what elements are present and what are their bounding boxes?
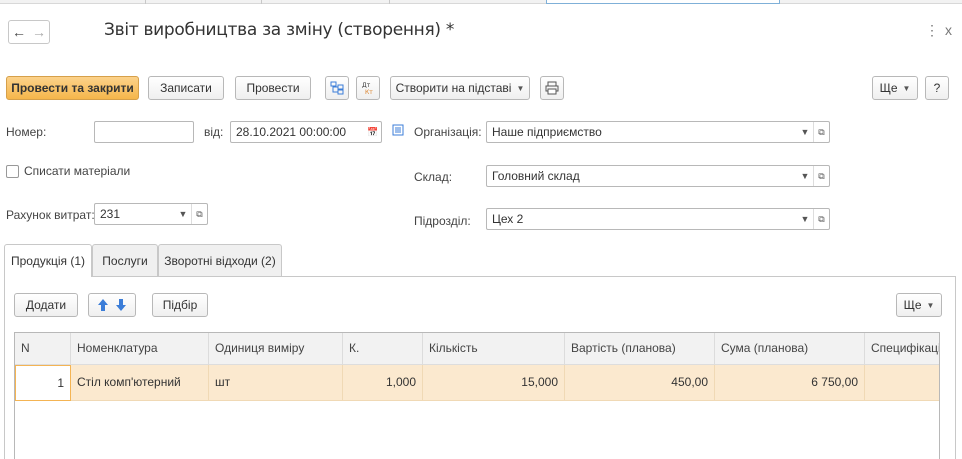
cost-account-field[interactable]: 231 ▼ ⧉ — [94, 203, 208, 225]
specification-cell[interactable] — [865, 365, 939, 401]
table-more-button[interactable]: Ще ▼ — [896, 293, 942, 317]
organization-label: Організація: — [414, 125, 482, 139]
close-icon[interactable]: x — [945, 22, 952, 38]
create-based-on-button[interactable]: Створити на підставі ▼ — [390, 76, 530, 100]
arrow-down-icon[interactable] — [115, 298, 127, 312]
open-icon[interactable]: ⧉ — [813, 209, 829, 229]
warehouse-field[interactable]: Головний склад ▼ ⧉ — [486, 165, 830, 187]
post-button[interactable]: Провести — [235, 76, 311, 100]
cost-account-value: 231 — [100, 207, 121, 221]
move-buttons — [88, 293, 136, 317]
department-field[interactable]: Цех 2 ▼ ⧉ — [486, 208, 830, 230]
window-tabs-strip — [0, 0, 962, 4]
printer-icon[interactable] — [540, 76, 564, 100]
column-header[interactable]: N — [15, 333, 71, 365]
tab-services[interactable]: Послуги — [92, 244, 158, 276]
svg-text:Дт: Дт — [362, 82, 371, 89]
warehouse-value: Головний склад — [492, 169, 580, 183]
quantity-cell[interactable]: 15,000 — [423, 365, 565, 401]
planned-sum-cell[interactable]: 6 750,00 — [715, 365, 865, 401]
chevron-down-icon[interactable]: ▼ — [797, 122, 813, 142]
warehouse-label: Склад: — [414, 170, 453, 184]
number-label: Номер: — [6, 125, 47, 139]
chevron-down-icon: ▼ — [516, 83, 525, 93]
department-label: Підрозділ: — [414, 214, 471, 228]
open-icon[interactable]: ⧉ — [813, 166, 829, 186]
column-header[interactable]: Кількість — [423, 333, 565, 365]
table-more-label: Ще — [903, 298, 922, 312]
date-value: 28.10.2021 00:00:00 — [236, 125, 347, 139]
chevron-down-icon[interactable]: ▼ — [797, 209, 813, 229]
help-button[interactable]: ? — [925, 76, 949, 100]
number-field[interactable] — [94, 121, 194, 143]
history-icon[interactable] — [392, 124, 404, 139]
column-header[interactable]: Сума (планова) — [715, 333, 865, 365]
coefficient-cell[interactable]: 1,000 — [343, 365, 423, 401]
open-icon[interactable]: ⧉ — [813, 122, 829, 142]
back-arrow-icon[interactable]: ← — [9, 21, 29, 43]
window-tab[interactable] — [0, 0, 146, 4]
more-actions-icon[interactable]: ⋮ — [925, 22, 939, 39]
calendar-icon[interactable]: 📅 — [365, 122, 381, 142]
structure-icon[interactable] — [325, 76, 349, 100]
organization-field[interactable]: Наше підприємство ▼ ⧉ — [486, 121, 830, 143]
organization-value: Наше підприємство — [492, 125, 602, 139]
create-based-on-label: Створити на підставі — [395, 81, 512, 95]
column-header[interactable]: Вартість (планова) — [565, 333, 715, 365]
page-title: Звіт виробництва за зміну (створення) * — [104, 20, 455, 40]
svg-text:Кт: Кт — [365, 89, 373, 95]
chevron-down-icon[interactable]: ▼ — [175, 204, 191, 224]
pick-button[interactable]: Підбір — [152, 293, 208, 317]
window-tab-active[interactable] — [546, 0, 780, 4]
open-icon[interactable]: ⧉ — [191, 204, 207, 224]
write-off-checkbox[interactable] — [6, 165, 19, 178]
column-header[interactable]: Специфікація — [865, 333, 939, 365]
column-header[interactable]: Номенклатура — [71, 333, 209, 365]
column-header[interactable]: К. — [343, 333, 423, 365]
row-number-cell[interactable]: 1 — [15, 365, 71, 401]
chevron-down-icon: ▼ — [926, 300, 935, 310]
more-button[interactable]: Ще ▼ — [872, 76, 918, 100]
chevron-down-icon: ▼ — [902, 83, 911, 93]
tab-returnable-waste[interactable]: Зворотні відходи (2) — [158, 244, 282, 276]
window-tab[interactable] — [262, 0, 390, 4]
table-row[interactable]: 1 Стіл комп'ютерний шт 1,000 15,000 450,… — [15, 365, 939, 401]
unit-cell[interactable]: шт — [209, 365, 343, 401]
cost-account-label: Рахунок витрат: — [6, 208, 95, 222]
table-header: N Номенклатура Одиниця виміру К. Кількіс… — [15, 333, 939, 365]
forward-arrow-icon[interactable]: → — [29, 21, 49, 43]
navigation-buttons: ← → — [8, 20, 50, 44]
products-table: N Номенклатура Одиниця виміру К. Кількіс… — [14, 332, 940, 459]
window-tab[interactable] — [146, 0, 262, 4]
date-field[interactable]: 28.10.2021 00:00:00 📅 — [230, 121, 382, 143]
date-label: від: — [204, 125, 224, 139]
column-header[interactable]: Одиниця виміру — [209, 333, 343, 365]
tab-products[interactable]: Продукція (1) — [4, 244, 92, 277]
chevron-down-icon[interactable]: ▼ — [797, 166, 813, 186]
write-off-label: Списати матеріали — [24, 164, 131, 178]
save-button[interactable]: Записати — [148, 76, 224, 100]
planned-cost-cell[interactable]: 450,00 — [565, 365, 715, 401]
dt-kt-icon[interactable]: Дт Кт — [356, 76, 380, 100]
arrow-up-icon[interactable] — [97, 298, 109, 312]
post-and-close-button[interactable]: Провести та закрити — [6, 76, 139, 100]
more-label: Ще — [879, 81, 898, 95]
nomenclature-cell[interactable]: Стіл комп'ютерний — [71, 365, 209, 401]
department-value: Цех 2 — [492, 212, 524, 226]
add-button[interactable]: Додати — [14, 293, 78, 317]
